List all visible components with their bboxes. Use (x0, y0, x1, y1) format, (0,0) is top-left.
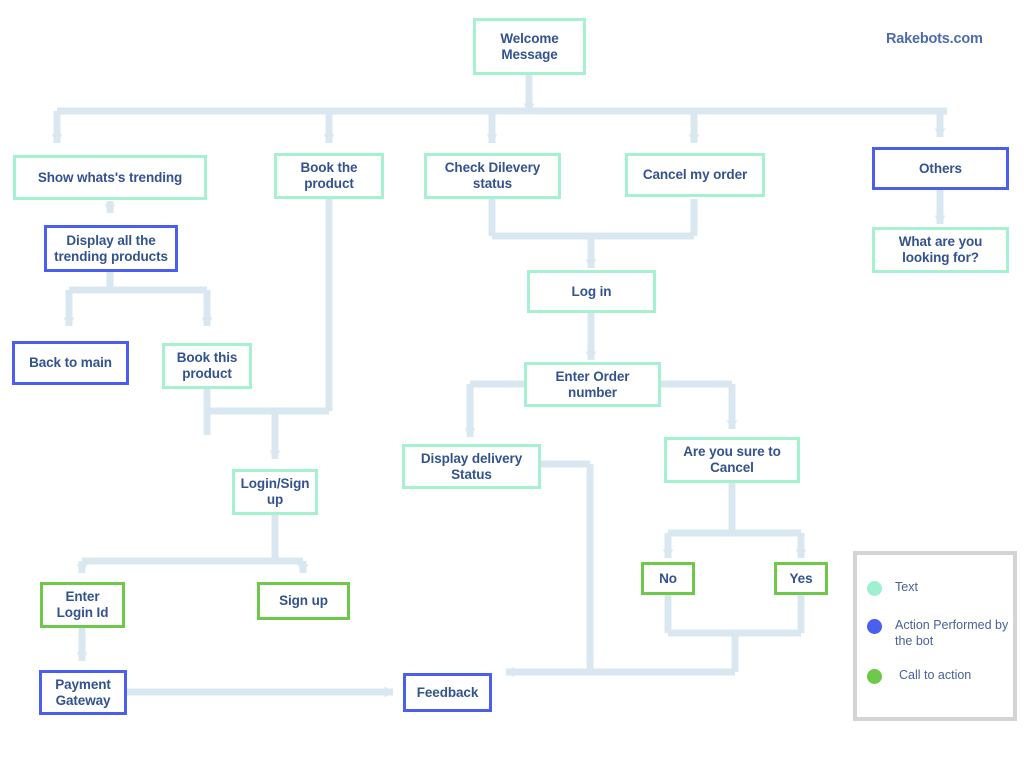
node-label: Are you sure to Cancel (683, 444, 781, 475)
node-welcome-message[interactable]: Welcome Message (473, 18, 586, 75)
node-enter-order-number[interactable]: Enter Order number (524, 362, 661, 407)
node-book-this-product[interactable]: Book this product (162, 343, 252, 389)
node-label: Yes (789, 570, 813, 586)
flowchart-canvas: Rakebots.com Welcome Message Show whats'… (0, 0, 1024, 768)
node-cancel-my-order[interactable]: Cancel my order (625, 153, 765, 197)
node-back-to-main[interactable]: Back to main (12, 341, 129, 385)
node-label: Book this product (176, 350, 238, 381)
legend-item-call-to-action: Call to action (867, 668, 1017, 684)
node-login-signup[interactable]: Login/Sign up (232, 469, 318, 515)
legend-panel: Text Action Performed by the bot Call to… (853, 551, 1017, 721)
node-display-delivery-status[interactable]: Display delivery Status (402, 444, 541, 489)
node-are-you-sure-to-cancel[interactable]: Are you sure to Cancel (664, 437, 800, 483)
legend-label: Action Performed by the bot (895, 618, 1009, 648)
legend-dot-call-to-action (867, 669, 882, 684)
node-book-the-product[interactable]: Book the product (274, 153, 384, 199)
brand-logo: Rakebots.com (886, 31, 983, 47)
legend-dot-text (867, 581, 882, 596)
node-label: No (659, 570, 677, 586)
node-label: Check Dilevery status (444, 160, 541, 191)
node-enter-login-id[interactable]: Enter Login Id (40, 582, 125, 628)
node-label: Display delivery Status (420, 450, 523, 482)
node-label: Log in (571, 283, 612, 299)
node-show-whats-trending[interactable]: Show whats's trending (13, 155, 207, 200)
node-label: Payment Gateway (55, 676, 111, 708)
legend-label: Call to action (899, 668, 972, 682)
node-payment-gateway[interactable]: Payment Gateway (39, 670, 127, 715)
node-label: Feedback (416, 684, 479, 700)
node-label: Cancel my order (642, 167, 748, 183)
node-label: Enter Login Id (56, 589, 109, 620)
node-label: Login/Sign up (240, 476, 310, 507)
node-label: What are you looking for? (898, 234, 983, 265)
node-label: Welcome Message (500, 30, 559, 62)
node-label: Show whats's trending (37, 169, 183, 185)
node-feedback[interactable]: Feedback (403, 673, 492, 712)
legend-item-text: Text (867, 580, 1005, 596)
node-label: Back to main (29, 355, 112, 371)
node-display-all-trending-products[interactable]: Display all the trending products (44, 225, 178, 272)
legend-item-bot-action: Action Performed by the bot (867, 618, 1013, 649)
node-sign-up[interactable]: Sign up (257, 582, 350, 620)
legend-dot-bot-action (867, 619, 882, 634)
node-no[interactable]: No (641, 562, 695, 595)
node-check-delivery-status[interactable]: Check Dilevery status (424, 153, 561, 199)
node-label: Others (919, 160, 962, 176)
node-what-are-you-looking-for[interactable]: What are you looking for? (872, 227, 1009, 273)
node-others[interactable]: Others (872, 147, 1009, 190)
node-log-in[interactable]: Log in (527, 270, 656, 313)
node-label: Sign up (279, 593, 328, 609)
node-label: Display all the trending products (54, 232, 168, 264)
node-label: Book the product (300, 160, 358, 191)
legend-label: Text (895, 580, 918, 594)
node-label: Enter Order number (555, 368, 630, 400)
node-yes[interactable]: Yes (774, 562, 828, 595)
